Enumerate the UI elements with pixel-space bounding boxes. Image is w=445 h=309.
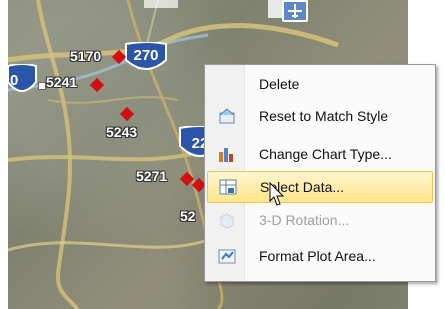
menu-item-delete[interactable]: Delete: [207, 69, 431, 99]
mouse-pointer-icon: [268, 181, 286, 212]
menu-item-label: Format Plot Area...: [259, 248, 376, 264]
select-data-icon: [218, 178, 238, 196]
menu-item-format-plot-area[interactable]: Format Plot Area...: [207, 241, 431, 271]
point-label-5271: 5271: [136, 168, 168, 184]
menu-item-change-chart-type[interactable]: Change Chart Type...: [207, 139, 431, 169]
menu-item-label: 3-D Rotation...: [259, 212, 350, 228]
menu-item-label: Reset to Match Style: [259, 108, 389, 124]
menu-item-label: Delete: [259, 76, 300, 92]
context-menu: Delete Reset to Match Style Change Chart…: [204, 64, 436, 282]
airport-icon: [282, 0, 308, 22]
shield-label: 270: [133, 47, 159, 64]
format-plot-area-icon: [217, 247, 237, 265]
point-label-52: 52: [180, 208, 196, 224]
menu-item-label: Change Chart Type...: [259, 146, 392, 162]
bar-chart-icon: [217, 145, 237, 163]
map-point-square: [38, 82, 46, 90]
reset-style-icon: [217, 107, 237, 125]
shield-label: 0: [10, 72, 19, 89]
interstate-shield-left: 0: [8, 64, 38, 98]
point-label-5170: 5170: [70, 48, 102, 64]
menu-item-select-data[interactable]: Select Data...: [207, 171, 433, 203]
point-label-5243: 5243: [106, 124, 138, 140]
interstate-shield-270: 270: [124, 42, 168, 76]
3d-rotation-icon: [217, 211, 237, 229]
menu-item-reset-to-match-style[interactable]: Reset to Match Style: [207, 101, 431, 131]
menu-item-3d-rotation[interactable]: 3-D Rotation...: [207, 205, 431, 235]
point-label-5241: 5241: [46, 74, 78, 90]
